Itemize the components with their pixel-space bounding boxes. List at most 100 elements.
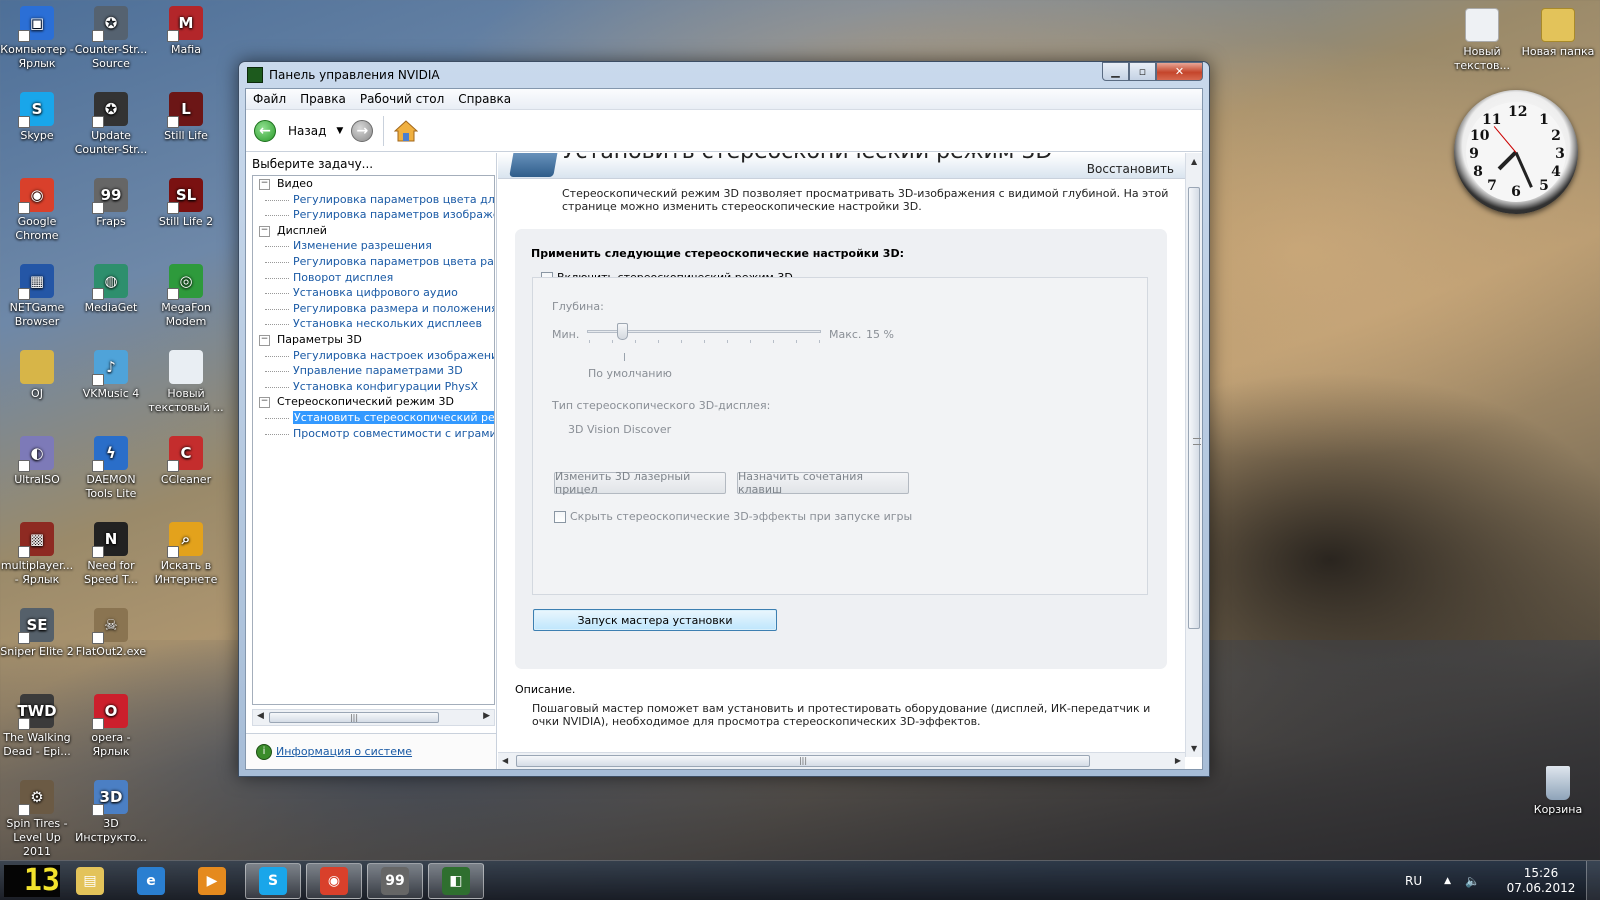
task-tree[interactable]: Видео Регулировка параметров цвета для ви… <box>252 175 495 705</box>
desktop-icon[interactable]: L Still Life <box>148 92 224 143</box>
scroll-thumb[interactable] <box>1188 187 1201 629</box>
desktop-icon[interactable]: ✪ Update Counter-Str... <box>73 92 149 157</box>
desktop-icon[interactable]: ◉ Google Chrome <box>0 178 75 243</box>
desktop-icon[interactable]: ▣ Компьютер - Ярлык <box>0 6 75 71</box>
tree-category[interactable]: Дисплей <box>253 223 494 239</box>
desktop-icon[interactable]: ⚙ Spin Tires - Level Up 2011 <box>0 780 75 859</box>
desktop-icon[interactable]: ♪ VKMusic 4 <box>73 350 149 401</box>
tree-item[interactable]: Установка цифрового аудио <box>253 285 494 301</box>
desktop-icon[interactable]: C CCleaner <box>148 436 224 487</box>
scroll-up-icon[interactable]: ▲ <box>1191 157 1197 166</box>
menu-desktop[interactable]: Рабочий стол <box>353 92 451 106</box>
scroll-thumb[interactable]: ||| <box>269 712 439 723</box>
tree-item[interactable]: Просмотр совместимости с играми <box>253 426 494 442</box>
desktop-icon[interactable]: ◎ MegaFon Modem <box>148 264 224 329</box>
desktop-icon[interactable]: ϟ DAEMON Tools Lite <box>73 436 149 501</box>
language-indicator[interactable]: RU <box>1405 874 1422 888</box>
assign-hotkeys-button[interactable]: Назначить сочетания клавиш <box>737 470 909 496</box>
tree-item[interactable]: Регулировка параметров цвета рабочег <box>253 254 494 270</box>
back-button-label[interactable]: Назад <box>288 124 326 138</box>
tree-item[interactable]: Регулировка настроек изображения с пр <box>253 348 494 364</box>
tree-item[interactable]: Установить стереоскопический режим 3 <box>253 410 494 426</box>
scroll-down-icon[interactable]: ▼ <box>1191 744 1197 753</box>
clock-gadget[interactable]: 12 1 2 3 4 5 6 7 8 9 10 11 <box>1454 90 1578 214</box>
menu-file[interactable]: Файл <box>246 92 293 106</box>
desktop-icon[interactable]: SE Sniper Elite 2 <box>0 608 75 659</box>
taskbar-ie-button[interactable]: e <box>123 863 179 899</box>
content-vscrollbar[interactable]: ▲ ▼ <box>1185 153 1202 757</box>
show-hidden-icons-icon[interactable]: ▲ <box>1444 876 1451 886</box>
scroll-right-icon[interactable]: ▶ <box>483 711 490 721</box>
desktop-icon-new-text[interactable]: Новый текстов... <box>1444 8 1520 73</box>
scroll-thumb[interactable]: ||| <box>516 755 1090 767</box>
tray-clock[interactable]: 15:26 07.06.2012 <box>1496 866 1586 896</box>
maximize-button[interactable]: ▫ <box>1129 62 1156 81</box>
history-dropdown-icon[interactable]: ▼ <box>336 126 343 136</box>
desktop-icon[interactable]: OJ <box>0 350 75 401</box>
desktop-icon[interactable]: 3D 3D Инструкто... <box>73 780 149 845</box>
start-button[interactable]: 13 <box>4 865 60 897</box>
nvidia-control-panel-window[interactable]: Панель управления NVIDIA ▁ ▫ ✕ Файл Прав… <box>238 61 1210 777</box>
desktop-icon[interactable]: ⌕ Искать в Интернете <box>148 522 224 587</box>
desktop-icon[interactable]: Новый текстовый ... <box>148 350 224 415</box>
minimize-button[interactable]: ▁ <box>1102 62 1129 81</box>
hide-effects-checkbox[interactable] <box>554 510 566 523</box>
desktop-icon[interactable]: 99 Fraps <box>73 178 149 229</box>
hide-effects-row[interactable]: Скрыть стереоскопические 3D-эффекты при … <box>554 510 912 523</box>
tree-category[interactable]: Параметры 3D <box>253 332 494 348</box>
tree-item[interactable]: Регулировка параметров цвета для вид <box>253 192 494 208</box>
content-hscrollbar[interactable]: ◀ ||| ▶ <box>498 752 1185 769</box>
desktop-icon[interactable]: S Skype <box>0 92 75 143</box>
scroll-left-icon[interactable]: ◀ <box>502 756 508 765</box>
system-info-link[interactable]: Информация о системе <box>276 745 412 758</box>
desktop-icon[interactable]: N Need for Speed T... <box>73 522 149 587</box>
tree-category[interactable]: Стереоскопический режим 3D <box>253 394 494 410</box>
hide-effects-label[interactable]: Скрыть стереоскопические 3D-эффекты при … <box>570 510 912 523</box>
menu-help[interactable]: Справка <box>451 92 518 106</box>
tree-item[interactable]: Поворот дисплея <box>253 270 494 286</box>
desktop-icon[interactable]: ▩ multiplayer... - Ярлык <box>0 522 75 587</box>
taskbar-chrome-button[interactable]: ◉ <box>306 863 362 899</box>
desktop-icon[interactable]: ◐ UltraISO <box>0 436 75 487</box>
desktop-icon-label: opera - Ярлык <box>91 731 131 758</box>
desktop-icon[interactable]: ✪ Counter-Str... Source <box>73 6 149 71</box>
taskbar-skype-button[interactable]: S <box>245 863 301 899</box>
desktop-icon[interactable]: ◍ MediaGet <box>73 264 149 315</box>
tree-item[interactable]: Управление параметрами 3D <box>253 363 494 379</box>
tree-item[interactable]: Регулировка параметров изображения д <box>253 207 494 223</box>
desktop-icon-new-folder[interactable]: Новая папка <box>1520 8 1596 59</box>
taskbar-fraps-button[interactable]: 99 <box>367 863 423 899</box>
close-button[interactable]: ✕ <box>1156 62 1203 81</box>
tree-item[interactable]: Изменение разрешения <box>253 238 494 254</box>
forward-arrow-icon[interactable]: → <box>351 119 374 142</box>
change-laser-sight-button[interactable]: Изменить 3D лазерный прицел <box>554 470 726 496</box>
menu-edit[interactable]: Правка <box>293 92 353 106</box>
tree-item[interactable]: Регулировка размера и положения рабо <box>253 301 494 317</box>
back-arrow-icon[interactable]: ← <box>254 119 276 142</box>
taskbar-explorer-button[interactable]: ▤ <box>62 863 118 899</box>
taskbar-media-button[interactable]: ▶ <box>184 863 240 899</box>
desktop-icon[interactable]: TWD The Walking Dead - Epi... <box>0 694 75 759</box>
slider-tick <box>658 340 659 343</box>
launch-setup-wizard-button[interactable]: Запуск мастера установки <box>533 609 777 631</box>
tree-item[interactable]: Установка нескольких дисплеев <box>253 316 494 332</box>
volume-icon[interactable]: 🔈 <box>1465 874 1480 888</box>
restore-defaults-link[interactable]: Восстановить <box>1087 162 1174 176</box>
show-desktop-button[interactable] <box>1586 861 1600 900</box>
desktop-icon[interactable]: ☠ FlatOut2.exe <box>73 608 149 659</box>
tree-item[interactable]: Установка конфигурации PhysX <box>253 379 494 395</box>
desktop-icon[interactable]: ▦ NETGame Browser <box>0 264 75 329</box>
title-bar[interactable]: Панель управления NVIDIA <box>239 62 1209 88</box>
task-tree-hscrollbar[interactable]: ◀ ||| ▶ <box>252 709 495 726</box>
scroll-left-icon[interactable]: ◀ <box>257 711 264 721</box>
scroll-right-icon[interactable]: ▶ <box>1175 756 1181 765</box>
desktop-icon-recycle-bin[interactable]: Корзина <box>1520 766 1596 817</box>
taskbar-nvidia-button[interactable]: ◧ <box>428 863 484 899</box>
desktop-icon[interactable]: M Mafia <box>148 6 224 57</box>
desktop-icon[interactable]: Oopera - Ярлык <box>73 694 149 759</box>
desktop-icon-label: MegaFon Modem <box>161 301 211 328</box>
depth-slider-thumb[interactable] <box>617 323 629 340</box>
home-icon[interactable] <box>394 119 419 142</box>
tree-category[interactable]: Видео <box>253 176 494 192</box>
desktop-icon[interactable]: SL Still Life 2 <box>148 178 224 229</box>
